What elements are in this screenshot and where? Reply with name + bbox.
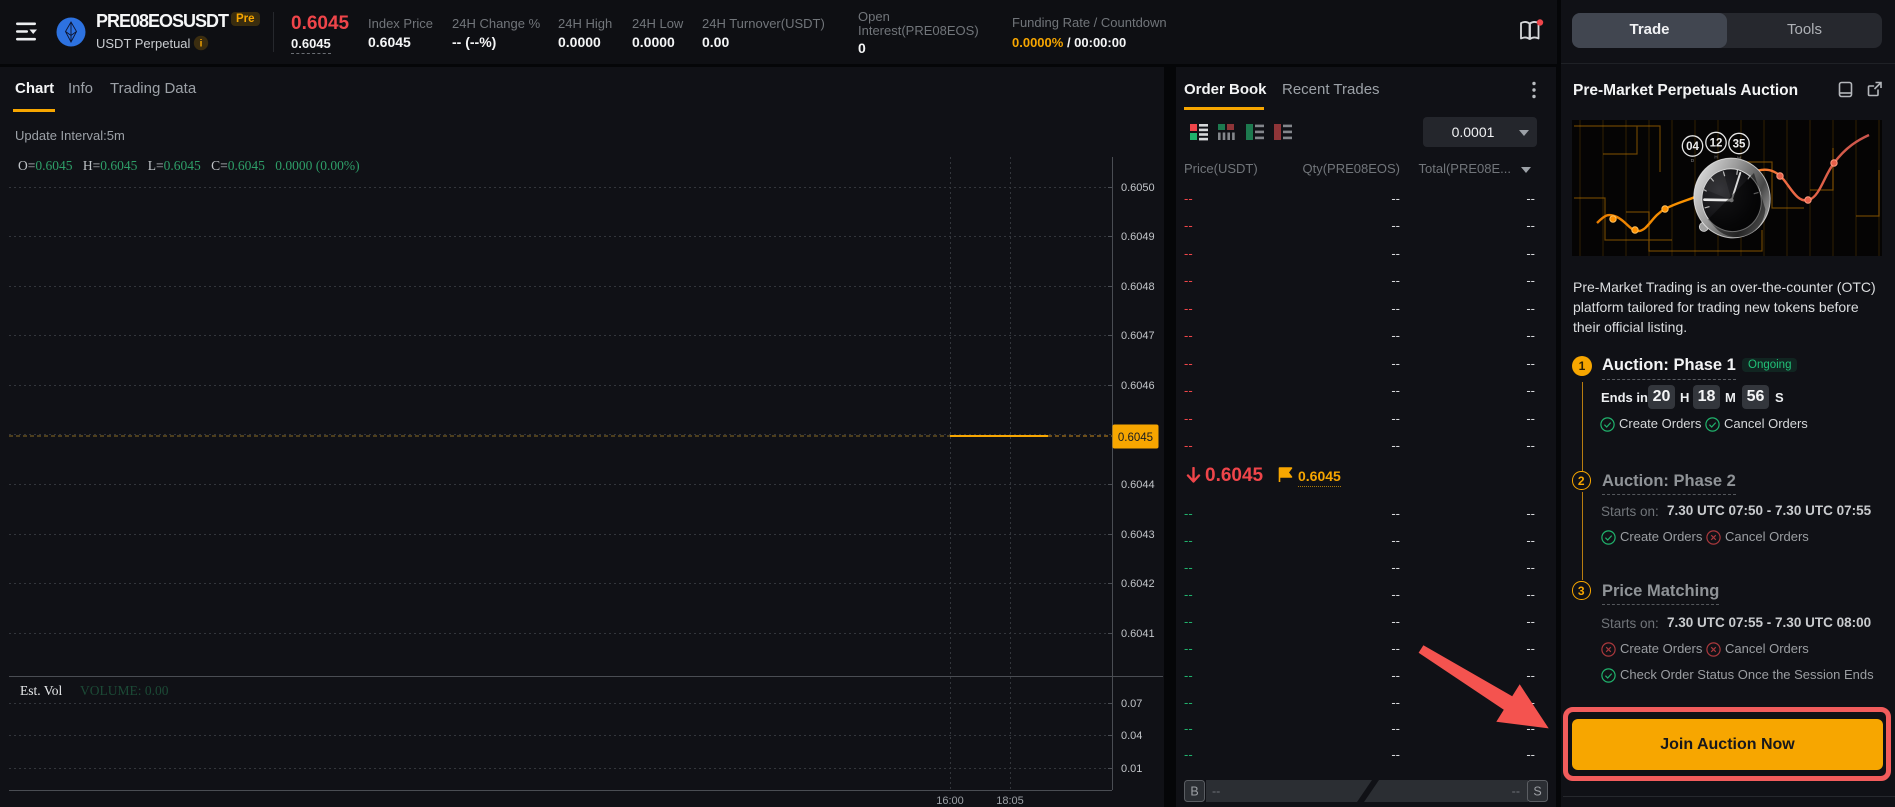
svg-text:18:05: 18:05 [996,795,1024,807]
svg-text:0.6048: 0.6048 [1121,281,1155,293]
svg-text:0.6041: 0.6041 [1121,628,1155,640]
svg-text:S: S [1533,785,1541,799]
svg-text:Est. Vol: Est. Vol [20,683,63,698]
svg-text:0.6043: 0.6043 [1121,529,1155,541]
svg-text:B: B [1190,785,1198,799]
svg-text:12: 12 [1710,138,1723,150]
svg-text:i: i [200,39,203,50]
svg-text:0.6045: 0.6045 [1118,432,1153,444]
svg-text:O=0.6045 H=0.6045 L=0.6045: O=0.6045 H=0.6045 L=0.6045 C=0.6045 0.00… [18,158,360,173]
svg-text:--: -- [1512,785,1520,799]
svg-text:04: 04 [1686,141,1699,153]
svg-text:0.04: 0.04 [1121,730,1142,742]
svg-text:M: M [1737,156,1741,161]
svg-text:0.6044: 0.6044 [1121,479,1155,491]
svg-text:0.6042: 0.6042 [1121,578,1155,590]
svg-text:H: H [1714,155,1717,160]
svg-text:--: -- [1212,785,1220,799]
svg-text:0.07: 0.07 [1121,698,1142,710]
svg-text:0.6049: 0.6049 [1121,231,1155,243]
svg-text:16:00: 16:00 [936,795,964,807]
svg-text:35: 35 [1733,139,1746,151]
svg-text:VOLUME: 0.00: VOLUME: 0.00 [80,683,169,698]
svg-text:0.6046: 0.6046 [1121,380,1155,392]
svg-text:0.6047: 0.6047 [1121,330,1155,342]
svg-text:0.01: 0.01 [1121,763,1142,775]
svg-text:0.6050: 0.6050 [1121,182,1155,194]
